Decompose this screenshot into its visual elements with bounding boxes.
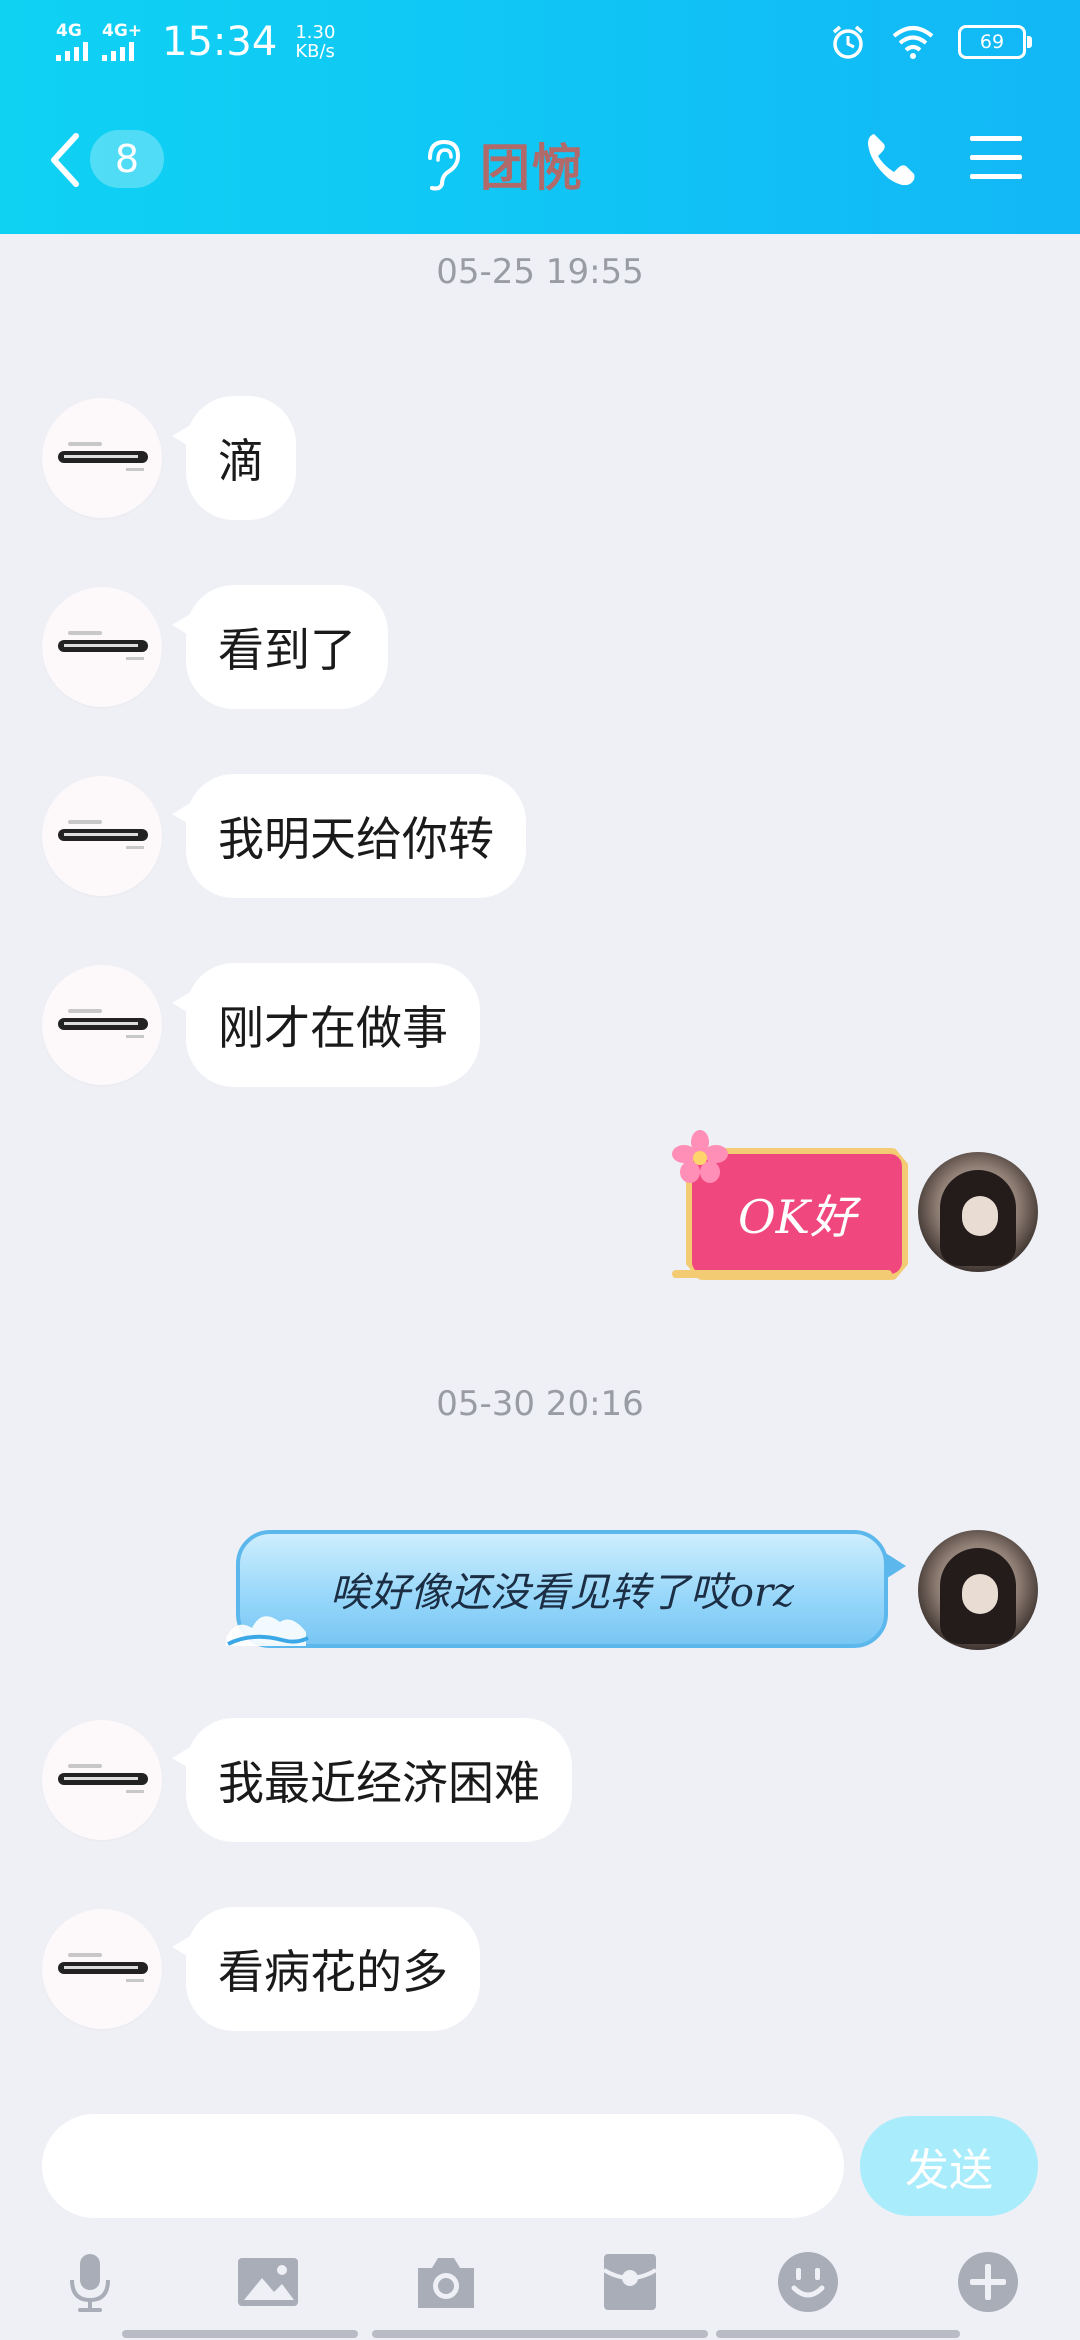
message-row-incoming: 刚才在做事 — [42, 963, 480, 1087]
network-speed: 1.30 KB/s — [295, 23, 335, 61]
unread-count-badge[interactable]: 8 — [90, 130, 164, 188]
camera-icon[interactable] — [414, 2250, 478, 2314]
signal-2: 4G+ — [102, 23, 142, 61]
contact-avatar[interactable] — [42, 965, 162, 1085]
message-bubble[interactable]: 我明天给你转 — [172, 774, 526, 898]
timestamp: 05-25 19:55 — [436, 252, 644, 292]
status-bar-right: 69 — [828, 14, 1032, 70]
nav-bar-segment — [716, 2330, 960, 2338]
message-row-incoming: 看到了 — [42, 585, 388, 709]
phone-icon[interactable] — [860, 128, 924, 192]
signal-bars-icon — [56, 39, 88, 61]
message-bubble[interactable]: 看到了 — [172, 585, 388, 709]
chat-title-group[interactable]: 团惋 — [420, 128, 584, 200]
network-speed-unit: KB/s — [295, 41, 335, 62]
my-avatar[interactable] — [918, 1530, 1038, 1650]
nav-bar-segment — [372, 2330, 708, 2338]
contact-avatar[interactable] — [42, 587, 162, 707]
battery-level: 69 — [979, 31, 1005, 53]
status-bar-left: 4G 4G+ 15:34 1.30 KB/s — [56, 14, 335, 70]
plus-icon[interactable] — [956, 2250, 1020, 2314]
wave-decoration-icon — [226, 1616, 309, 1646]
contact-avatar[interactable] — [42, 398, 162, 518]
signal-1: 4G — [56, 23, 88, 61]
menu-icon[interactable] — [968, 130, 1024, 186]
microphone-icon[interactable] — [58, 2250, 122, 2314]
contact-avatar[interactable] — [42, 776, 162, 896]
contact-avatar[interactable] — [42, 1720, 162, 1840]
my-avatar[interactable] — [918, 1152, 1038, 1272]
message-row-incoming: 我最近经济困难 — [42, 1718, 572, 1842]
red-packet-icon[interactable] — [598, 2250, 662, 2314]
back-chevron-icon[interactable] — [46, 130, 86, 190]
message-bubble-outgoing[interactable]: 唉好像还没看见转了哎orz — [236, 1530, 906, 1648]
message-bubble[interactable]: 刚才在做事 — [172, 963, 480, 1087]
sticker-text: OK好 — [737, 1190, 857, 1244]
sticker-message[interactable]: OK好 — [672, 1130, 912, 1300]
send-button[interactable]: 发送 — [860, 2116, 1038, 2216]
ear-icon — [428, 139, 461, 191]
message-row-incoming: 我明天给你转 — [42, 774, 526, 898]
message-bubble[interactable]: 滴 — [172, 396, 296, 520]
contact-avatar[interactable] — [42, 1909, 162, 2029]
message-text: 唉好像还没看见转了哎orz — [329, 1570, 795, 1616]
image-icon[interactable] — [236, 2250, 300, 2314]
sticker-base — [672, 1270, 892, 1278]
unread-count: 8 — [114, 137, 140, 181]
timestamp: 05-30 20:16 — [436, 1384, 644, 1424]
message-row-incoming: 滴 — [42, 396, 296, 520]
chat-header: 4G 4G+ 15:34 1.30 KB/s 69 8 团惋 — [0, 0, 1080, 234]
alarm-icon — [832, 25, 864, 59]
battery-indicator: 69 — [958, 25, 1032, 59]
message-bubble[interactable]: 我最近经济困难 — [172, 1718, 572, 1842]
network-type-2: 4G+ — [102, 21, 143, 41]
signal-bars-icon — [102, 39, 134, 61]
nav-bar-segment — [122, 2330, 358, 2338]
message-input[interactable] — [42, 2114, 844, 2218]
message-row-incoming: 看病花的多 — [42, 1907, 480, 2031]
emoji-icon[interactable] — [776, 2250, 840, 2314]
network-type-1: 4G — [56, 21, 82, 41]
status-time: 15:34 — [162, 19, 278, 65]
wifi-icon — [892, 26, 934, 59]
message-bubble[interactable]: 看病花的多 — [172, 1907, 480, 2031]
network-speed-value: 1.30 — [295, 22, 336, 43]
flower-icon — [672, 1130, 728, 1183]
chat-title: 团惋 — [480, 139, 584, 197]
